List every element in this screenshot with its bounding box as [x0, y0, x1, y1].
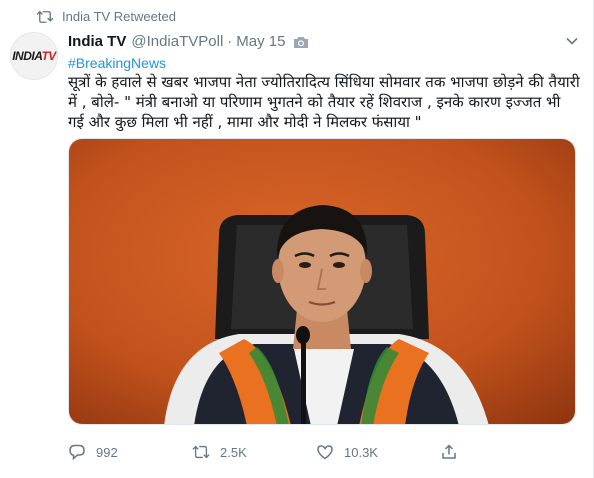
- tweet-date[interactable]: May 15: [236, 32, 285, 52]
- hashtag-link[interactable]: #BreakingNews: [68, 54, 166, 72]
- like-count: 10.3K: [344, 444, 378, 460]
- retweet-icon: [192, 445, 210, 459]
- retweet-button[interactable]: 2.5K: [192, 443, 247, 461]
- photo-illustration: [69, 139, 575, 424]
- tweet-text: सूत्रों के हवाले से खबर भाजपा नेता ज्योत…: [68, 73, 580, 131]
- separator-dot: ·: [227, 33, 233, 50]
- retweet-icon: [36, 10, 54, 23]
- retweet-notice[interactable]: India TV Retweeted: [36, 9, 176, 24]
- share-icon: [442, 444, 456, 459]
- tweet-header: India TV @IndiaTVPoll · May 15: [68, 32, 309, 52]
- avatar[interactable]: INDIATV: [10, 32, 58, 80]
- retweet-count: 2.5K: [220, 444, 247, 460]
- reply-button[interactable]: 992: [68, 443, 118, 461]
- chevron-down-icon[interactable]: [565, 34, 579, 48]
- tweet-card[interactable]: India TV Retweeted INDIATV India TV @Ind…: [0, 0, 594, 478]
- author-handle[interactable]: @IndiaTVPoll: [131, 32, 223, 52]
- tweet-photo[interactable]: [68, 138, 576, 425]
- share-button[interactable]: [440, 443, 468, 461]
- camera-icon: [294, 37, 309, 48]
- retweet-notice-text[interactable]: India TV Retweeted: [62, 9, 176, 24]
- like-button[interactable]: 10.3K: [316, 443, 378, 461]
- reply-icon: [69, 444, 85, 461]
- tweet-actions: 992 2.5K 10.3K: [68, 440, 578, 464]
- author-name[interactable]: India TV: [68, 32, 126, 52]
- india-tv-logo: INDIATV: [12, 49, 56, 63]
- heart-icon: [317, 445, 333, 460]
- reply-count: 992: [96, 444, 118, 460]
